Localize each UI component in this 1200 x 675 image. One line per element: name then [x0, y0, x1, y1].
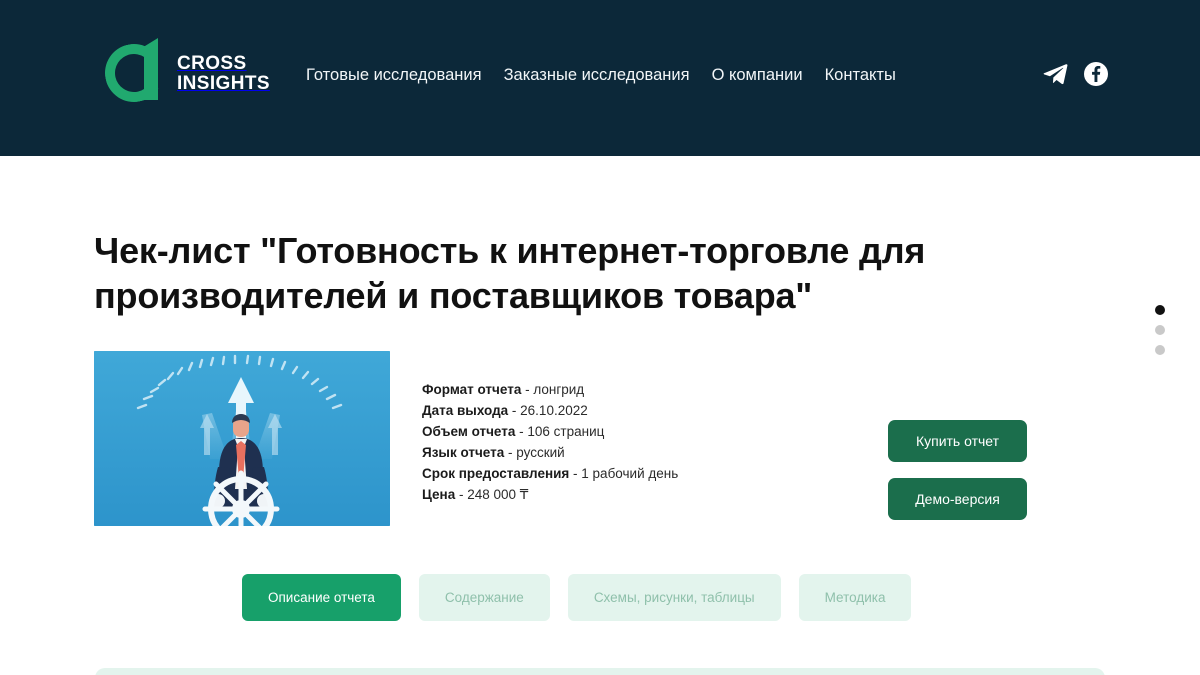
telegram-icon[interactable]	[1042, 63, 1068, 90]
facebook-icon[interactable]	[1084, 62, 1108, 91]
detail-label: Цена	[422, 487, 459, 502]
logo-wordmark: CROSS INSIGHTS	[177, 54, 270, 94]
nav-item-about-company[interactable]: О компании	[712, 66, 803, 85]
logo-line-1: CROSS	[177, 53, 247, 74]
detail-label: Объем отчета	[422, 424, 516, 439]
detail-value: - 26.10.2022	[511, 403, 588, 418]
report-tabs: Описание отчета Содержание Схемы, рисунк…	[242, 574, 912, 621]
detail-value: - лонгрид	[525, 382, 585, 397]
scroll-dot-1[interactable]	[1155, 305, 1165, 315]
tab-schemes-figures-tables[interactable]: Схемы, рисунки, таблицы	[567, 574, 781, 621]
logo-line-2: INSIGHTS	[177, 73, 270, 94]
report-cover-image	[94, 351, 390, 526]
report-details: Формат отчета - лонгрид Дата выхода - 26…	[422, 379, 678, 505]
detail-value: - русский	[508, 445, 565, 460]
cross-insights-logo-icon	[99, 38, 169, 110]
tab-report-description[interactable]: Описание отчета	[242, 574, 401, 621]
detail-row-release-date: Дата выхода - 26.10.2022	[422, 400, 678, 421]
nav-item-ready-research[interactable]: Готовые исследования	[306, 66, 482, 85]
detail-row-price: Цена - 248 000 ₸	[422, 484, 678, 505]
detail-row-volume: Объем отчета - 106 страниц	[422, 421, 678, 442]
nav-item-custom-research[interactable]: Заказные исследования	[504, 66, 690, 85]
social-links	[1042, 62, 1108, 91]
site-header: CROSS INSIGHTS Готовые исследования Зака…	[0, 0, 1200, 156]
detail-row-format: Формат отчета - лонгрид	[422, 379, 678, 400]
page-title: Чек-лист "Готовность к интернет-торговле…	[94, 230, 926, 316]
nav-item-contacts[interactable]: Контакты	[825, 66, 896, 85]
tab-content-panel	[95, 668, 1105, 675]
detail-label: Формат отчета	[422, 382, 522, 397]
detail-value: - 106 страниц	[519, 424, 605, 439]
detail-label: Срок предоставления	[422, 466, 570, 481]
scroll-indicator	[1155, 305, 1165, 355]
demo-version-button[interactable]: Демо-версия	[888, 478, 1027, 520]
detail-value: - 248 000 ₸	[458, 487, 529, 502]
cta-group: Купить отчет Демо-версия	[888, 420, 1027, 520]
detail-value: - 1 рабочий день	[573, 466, 679, 481]
main-navigation: Готовые исследования Заказные исследован…	[306, 66, 896, 85]
buy-report-button[interactable]: Купить отчет	[888, 420, 1027, 462]
tab-methodology[interactable]: Методика	[798, 574, 912, 621]
detail-row-delivery-term: Срок предоставления - 1 рабочий день	[422, 463, 678, 484]
detail-label: Дата выхода	[422, 403, 509, 418]
detail-row-language: Язык отчета - русский	[422, 442, 678, 463]
scroll-dot-2[interactable]	[1155, 325, 1165, 335]
tab-contents[interactable]: Содержание	[418, 574, 550, 621]
detail-label: Язык отчета	[422, 445, 505, 460]
site-logo[interactable]: CROSS INSIGHTS	[99, 38, 270, 110]
scroll-dot-3[interactable]	[1155, 345, 1165, 355]
